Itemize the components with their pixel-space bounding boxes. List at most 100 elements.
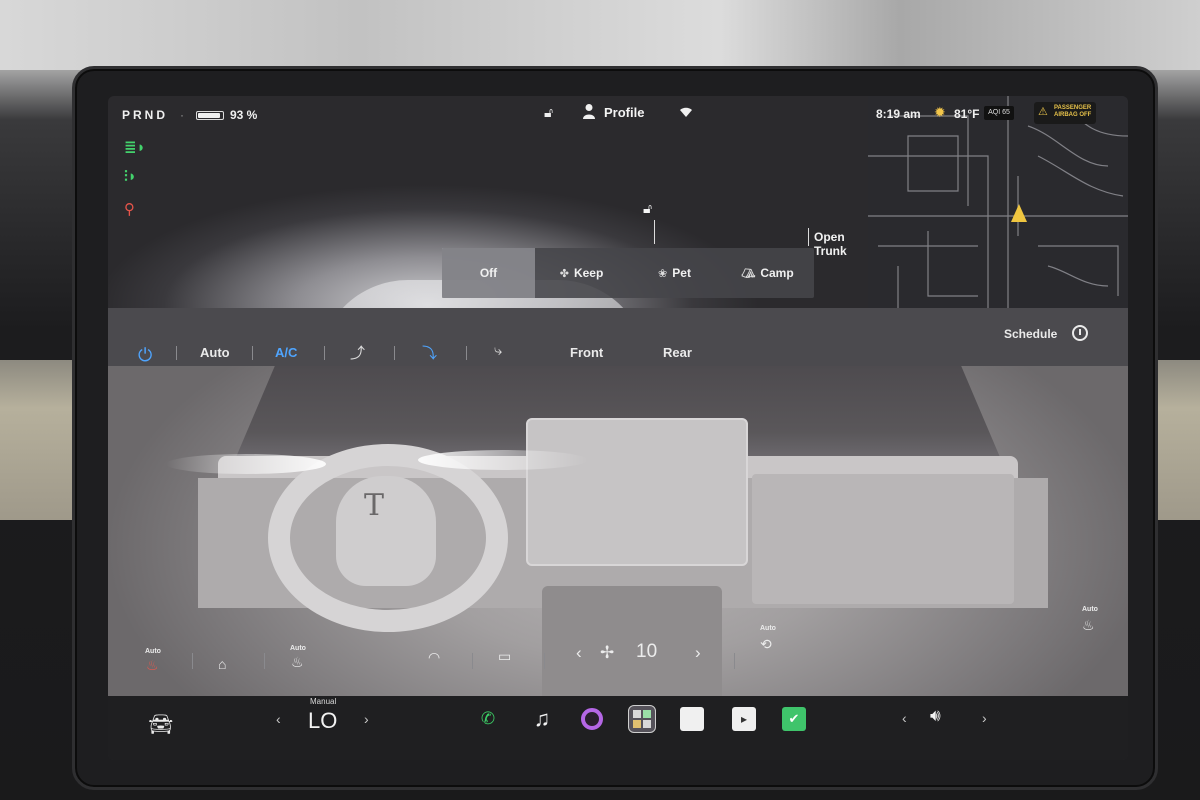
battery-percent: 93 % [230, 108, 258, 122]
phone-app-icon[interactable]: ✆ [474, 705, 502, 733]
trunk-pointer-line [808, 228, 809, 246]
nav-position-arrow [1011, 204, 1027, 222]
divider [394, 346, 395, 360]
driver-seat-heat-auto: Auto [145, 648, 161, 655]
mode-camp-label: Camp [760, 266, 794, 280]
passenger-seat-heater-icon[interactable]: ♨ [1082, 617, 1095, 634]
vent-airflow-right[interactable] [418, 450, 588, 470]
glovebox [752, 474, 1014, 604]
schedule-button[interactable]: Schedule [1004, 327, 1057, 341]
mode-camp-button[interactable]: ⛺︎ Camp [721, 248, 814, 298]
sun-icon: ✹ [934, 104, 946, 120]
center-console [542, 586, 722, 696]
profile-button[interactable]: Profile [604, 105, 644, 120]
mode-pet-button[interactable]: ❀ Pet [628, 248, 721, 298]
battery-fill [198, 113, 221, 118]
vent-airflow-left[interactable] [166, 454, 326, 474]
background-wall [0, 0, 1200, 70]
gear-indicator: PRND [122, 108, 169, 122]
tesla-logo-icon: T [364, 488, 385, 523]
profile-icon[interactable] [582, 103, 596, 119]
temp-decrease-button[interactable]: ‹ [276, 711, 281, 727]
auto-button[interactable]: Auto [200, 345, 230, 360]
front-climate-tab[interactable]: Front [570, 345, 603, 360]
music-app-icon[interactable]: ♫ [528, 705, 556, 733]
camera-lens-icon [581, 708, 603, 730]
airflow-face-icon[interactable]: ⤴ [350, 342, 365, 363]
airflow-face-feet-icon[interactable]: ⤵ [422, 342, 437, 363]
divider [176, 346, 177, 360]
steering-wheel-heater-icon[interactable]: ♨ [291, 654, 304, 671]
toybox-app-icon[interactable] [628, 705, 656, 733]
divider [264, 653, 265, 669]
mode-keep-button[interactable]: ✤ Keep [535, 248, 628, 298]
climate-power-icon[interactable]: ⏻ [138, 345, 152, 366]
temp-mode-label: Manual [310, 697, 337, 706]
cabin-center-display [526, 418, 748, 566]
toybox-grid-icon [633, 710, 651, 728]
energy-app-icon[interactable]: ✔ [782, 707, 806, 731]
airflow-feet-icon[interactable]: ⤷ [494, 342, 502, 359]
steering-heat-auto: Auto [290, 645, 306, 652]
rear-window-defrost-icon[interactable]: ▭ [498, 648, 511, 665]
mode-keep-label: Keep [573, 266, 604, 280]
clock: 8:19 am [876, 107, 921, 121]
touchscreen: 🔓︎ Open Trunk Off ✤ Keep ❀ Pet ⛺︎ Camp P… [108, 96, 1128, 760]
fan-decrease-button[interactable]: ‹ [576, 643, 582, 663]
front-defrost-icon[interactable]: ◠ [428, 649, 440, 666]
divider [324, 346, 325, 360]
mode-off-button[interactable]: Off [442, 248, 535, 298]
status-bar: PRND · 93 % 🔓︎ Profile 8:19 am ✹ 81°F AQ… [108, 96, 1128, 130]
frunk-lock-icon[interactable]: 🔓︎ [643, 200, 652, 217]
volume-icon[interactable]: 🔊︎ [930, 706, 941, 726]
divider [252, 346, 253, 360]
divider [466, 346, 467, 360]
ac-button[interactable]: A/C [275, 345, 297, 360]
rear-climate-tab[interactable]: Rear [663, 345, 692, 360]
paw-icon: ❀ [658, 267, 668, 280]
climate-keeper-selector: Off ✤ Keep ❀ Pet ⛺︎ Camp [442, 248, 814, 298]
divider [472, 653, 473, 669]
background-dashboard-left [0, 360, 78, 520]
calendar-app-icon[interactable]: ▸ [732, 707, 756, 731]
status-separator: · [180, 108, 184, 122]
mode-off-label: Off [479, 266, 498, 280]
rear-defrost-icon[interactable]: ⌂ [218, 656, 226, 672]
fog-lights-icon: ⫶◗ [124, 168, 137, 185]
clock-icon[interactable] [1072, 325, 1088, 341]
battery-icon [196, 111, 224, 120]
wifi-icon [680, 107, 692, 117]
lock-icon[interactable]: 🔓︎ [544, 104, 553, 121]
driver-seat-heater-icon[interactable]: ♨ [146, 657, 159, 674]
passenger-seat-heat-auto: Auto [1082, 606, 1098, 613]
divider [192, 653, 193, 669]
car-icon[interactable]: 🚘︎ [148, 712, 173, 737]
temperature-setting[interactable]: LO [308, 708, 337, 734]
open-trunk-button[interactable]: Open Trunk [814, 230, 868, 258]
fan-icon: ✢ [600, 643, 615, 662]
seatbelt-warning-icon: ⚲ [124, 201, 135, 218]
fan-icon: ✤ [559, 267, 569, 280]
volume-increase-button[interactable]: › [982, 710, 987, 726]
camera-app-icon[interactable] [578, 705, 606, 733]
steering-wheel-hub [336, 476, 436, 586]
fan-increase-button[interactable]: › [695, 643, 701, 663]
divider [544, 653, 545, 669]
recirculation-auto: Auto [760, 625, 776, 632]
volume-decrease-button[interactable]: ‹ [902, 710, 907, 726]
aqi-badge: AQI 65 [984, 106, 1014, 120]
low-beam-headlights-icon: ≣◗ [124, 139, 146, 156]
mode-pet-label: Pet [672, 266, 691, 280]
tent-icon: ⛺︎ [741, 267, 756, 280]
passenger-airbag-status: ⚠︎ PASSENGER AIRBAG OFF [1034, 102, 1096, 124]
divider [734, 653, 735, 669]
outside-temperature: 81°F [954, 107, 980, 121]
climate-bar [108, 308, 1128, 366]
fan-speed: 10 [636, 641, 658, 662]
notes-app-icon[interactable] [680, 707, 704, 731]
temp-increase-button[interactable]: › [364, 711, 369, 727]
recirculation-icon[interactable]: ⟲ [760, 636, 772, 653]
dock-bar [108, 696, 1128, 760]
frunk-pointer-line [654, 220, 655, 244]
airbag-text: PASSENGER AIRBAG OFF [1054, 105, 1092, 118]
